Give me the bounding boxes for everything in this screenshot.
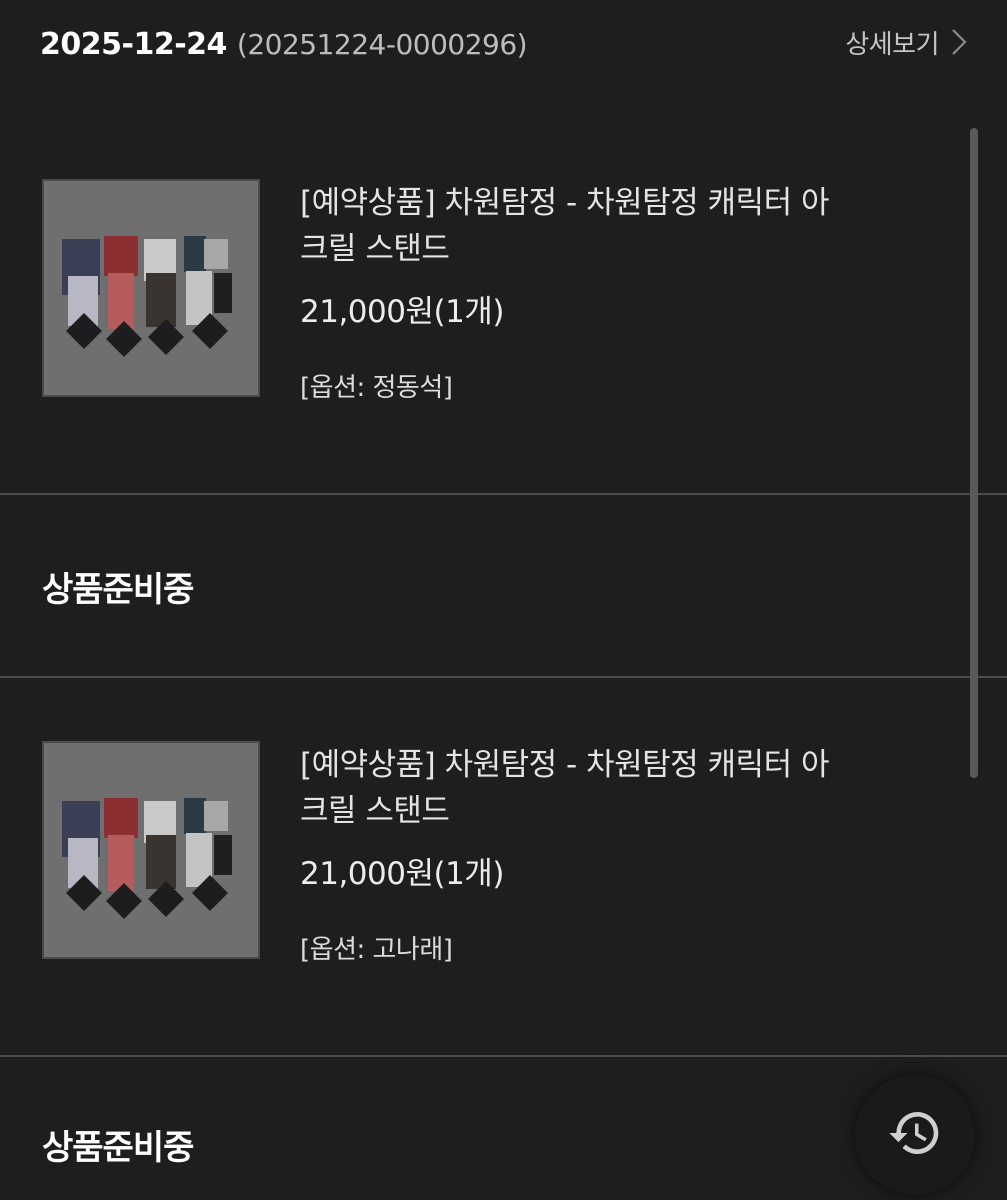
- divider: [0, 1055, 1007, 1057]
- view-details-label: 상세보기: [845, 29, 939, 60]
- product-thumbnail[interactable]: [42, 741, 260, 959]
- history-icon: [887, 1105, 943, 1165]
- product-name-line1: [예약상품] 차원탐정 - 차원탐정 캐릭터 아: [300, 747, 829, 783]
- chevron-right-icon: [951, 28, 967, 56]
- divider: [0, 676, 1007, 678]
- product-price: 21,000원(1개): [300, 294, 504, 330]
- product-name-line2: 크릴 스탠드: [300, 231, 450, 267]
- scrollbar[interactable]: [970, 128, 978, 778]
- order-header: 2025-12-24 (20251224-0000296) 상세보기: [40, 22, 967, 66]
- order-status: 상품준비중: [42, 570, 194, 610]
- product-option: [옵션: 고나래]: [300, 935, 453, 965]
- order-number: (20251224-0000296): [236, 27, 528, 61]
- divider: [0, 493, 1007, 495]
- view-details-link[interactable]: 상세보기: [845, 22, 967, 62]
- history-button[interactable]: [855, 1075, 975, 1195]
- order-detail-page: 2025-12-24 (20251224-0000296) 상세보기 [예약상품…: [0, 0, 1007, 1200]
- product-name-line1: [예약상품] 차원탐정 - 차원탐정 캐릭터 아: [300, 185, 829, 221]
- product-name-line2: 크릴 스탠드: [300, 793, 450, 829]
- product-info: [예약상품] 차원탐정 - 차원탐정 캐릭터 아 크릴 스탠드 21,000원(…: [300, 742, 930, 966]
- order-status: 상품준비중: [42, 1128, 194, 1168]
- product-thumbnail[interactable]: [42, 179, 260, 397]
- product-option: [옵션: 정동석]: [300, 373, 453, 403]
- order-date: 2025-12-24: [40, 26, 227, 62]
- product-info: [예약상품] 차원탐정 - 차원탐정 캐릭터 아 크릴 스탠드 21,000원(…: [300, 180, 930, 404]
- product-name[interactable]: [예약상품] 차원탐정 - 차원탐정 캐릭터 아 크릴 스탠드: [300, 180, 930, 272]
- product-price: 21,000원(1개): [300, 856, 504, 892]
- product-name[interactable]: [예약상품] 차원탐정 - 차원탐정 캐릭터 아 크릴 스탠드: [300, 742, 930, 834]
